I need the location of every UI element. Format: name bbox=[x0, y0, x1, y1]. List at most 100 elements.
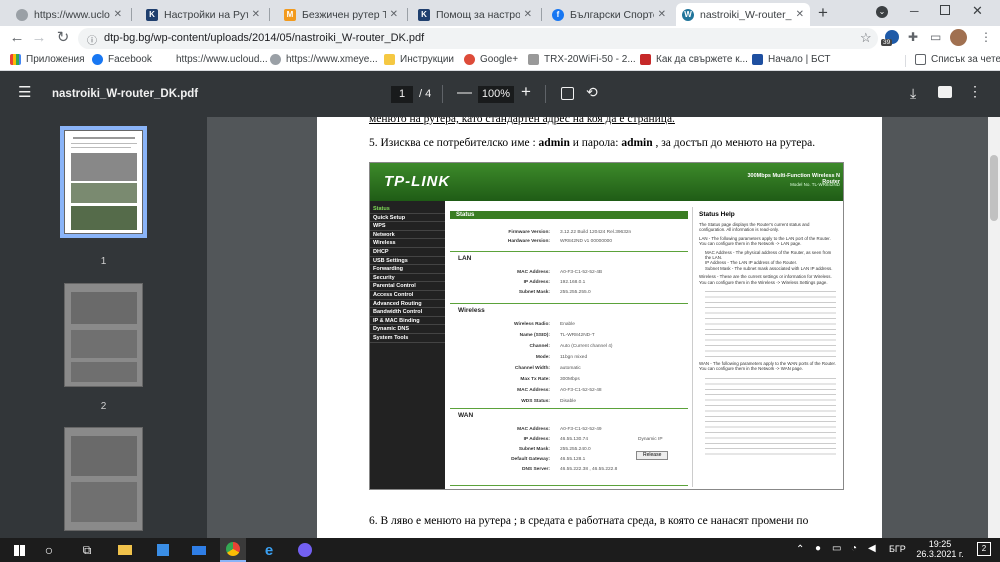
reading-list[interactable]: Списък за чете bbox=[915, 54, 1000, 65]
router-nav-item[interactable]: Quick Setup bbox=[370, 214, 445, 223]
wifi-icon[interactable]: ◔ bbox=[851, 543, 857, 554]
search-icon[interactable]: ○ bbox=[36, 538, 62, 562]
bookmark-star-icon[interactable]: ☆ bbox=[860, 30, 872, 46]
menu-icon[interactable]: ☰ bbox=[18, 85, 31, 100]
browser-tab[interactable]: KПомощ за настройка✕ bbox=[412, 3, 538, 26]
bookmark-item[interactable]: Инструкции bbox=[384, 54, 454, 65]
zoom-input[interactable]: 100% bbox=[478, 86, 514, 103]
close-icon[interactable]: ✕ bbox=[390, 9, 398, 20]
file-explorer-icon[interactable] bbox=[112, 538, 138, 562]
page-thumbnail[interactable] bbox=[64, 283, 143, 387]
close-icon[interactable]: ✕ bbox=[524, 9, 532, 20]
more-options-icon[interactable]: ⋮ bbox=[968, 83, 982, 100]
scrollbar[interactable] bbox=[988, 117, 1000, 538]
browser-tab-active[interactable]: Wnastroiki_W-router_DK✕ bbox=[676, 3, 810, 26]
close-icon[interactable]: ✕ bbox=[796, 9, 804, 20]
router-nav-item[interactable]: Advanced Routing bbox=[370, 300, 445, 309]
menu-dots-icon[interactable]: ⋮ bbox=[980, 30, 992, 44]
mail-icon[interactable] bbox=[186, 538, 212, 562]
tab-strip: https://www.ucloudcar✕ KНастройки на Рут… bbox=[0, 0, 1000, 26]
router-nav-item[interactable]: Dynamic DNS bbox=[370, 325, 445, 334]
avatar[interactable] bbox=[950, 29, 967, 46]
bookmark-item[interactable]: Как да свържете к... bbox=[640, 54, 748, 65]
bookmark-item[interactable]: Google+ bbox=[464, 54, 518, 65]
tab-search-icon[interactable]: ⌄ bbox=[876, 6, 888, 18]
minimize-icon[interactable]: ─ bbox=[910, 4, 919, 18]
close-icon[interactable]: ✕ bbox=[658, 9, 666, 20]
fit-page-icon[interactable] bbox=[561, 87, 574, 100]
volume-icon[interactable]: ◀ bbox=[868, 543, 876, 554]
browser-tab[interactable]: MБезжичен рутер TP-L✕ bbox=[278, 3, 404, 26]
viber-icon[interactable] bbox=[292, 538, 318, 562]
browser-tab[interactable]: fБългарски Спортен Т✕ bbox=[546, 3, 672, 26]
cast-icon[interactable]: ▭ bbox=[930, 30, 941, 44]
info-row: Channel Width: automatic bbox=[514, 366, 581, 371]
info-icon[interactable]: ⓘ bbox=[87, 32, 97, 47]
rotate-icon[interactable]: ⟲ bbox=[586, 84, 598, 101]
scrollbar-thumb[interactable] bbox=[990, 155, 998, 221]
forward-icon[interactable]: → bbox=[30, 29, 48, 47]
back-icon[interactable]: ← bbox=[8, 29, 26, 47]
windows-taskbar: ○ ⧉ e ⌃ ● ▭ ◔ ◀ БГР 19:25 26.3.2021 г. 2 bbox=[0, 538, 1000, 562]
router-nav-item[interactable]: USB Settings bbox=[370, 257, 445, 266]
reading-list-icon bbox=[915, 54, 926, 65]
browser-tab[interactable]: https://www.ucloudcar✕ bbox=[10, 3, 128, 26]
router-nav-item[interactable]: Network bbox=[370, 231, 445, 240]
zoom-out-button[interactable]: — bbox=[457, 84, 472, 101]
close-icon[interactable]: ✕ bbox=[114, 9, 122, 20]
close-icon[interactable]: ✕ bbox=[252, 9, 260, 20]
windows-start-icon[interactable] bbox=[6, 538, 32, 562]
bookmark-item[interactable]: https://www.xmeye... bbox=[270, 54, 378, 65]
router-nav-item[interactable]: Wireless bbox=[370, 239, 445, 248]
bookmark-item[interactable]: TRX-20WiFi-50 - 2... bbox=[528, 54, 636, 65]
edge-icon[interactable]: e bbox=[256, 538, 282, 562]
zoom-in-button[interactable]: + bbox=[521, 82, 531, 102]
chrome-icon[interactable] bbox=[220, 538, 246, 562]
download-icon[interactable]: ⤓ bbox=[910, 85, 916, 102]
print-icon[interactable] bbox=[938, 86, 952, 98]
router-nav-item[interactable]: WPS bbox=[370, 222, 445, 231]
router-nav-item[interactable]: DHCP bbox=[370, 248, 445, 257]
network-icon[interactable]: ▭ bbox=[832, 543, 841, 554]
pdf-viewport[interactable]: менюто на рутера, като стандартен адрес … bbox=[207, 117, 988, 538]
browser-tab[interactable]: KНастройки на Рутер T✕ bbox=[140, 3, 266, 26]
router-header: TP-LINK 300Mbps Multi-Function Wireless … bbox=[370, 163, 843, 201]
info-row: DNS Server: 46.55.222.38 , 46.55.222.8 bbox=[522, 467, 618, 472]
address-bar[interactable]: ⓘ dtp-bg.bg/wp-content/uploads/2014/05/n… bbox=[78, 28, 878, 49]
bookmark-item[interactable]: https://www.ucloud... bbox=[176, 54, 268, 65]
bookmark-item[interactable]: Facebook bbox=[92, 54, 152, 65]
page-thumbnail[interactable] bbox=[64, 427, 143, 531]
router-nav-item[interactable]: Forwarding bbox=[370, 265, 445, 274]
router-nav-item[interactable]: Security bbox=[370, 274, 445, 283]
puzzle-icon[interactable]: ✚ bbox=[908, 30, 918, 44]
status-heading: Status bbox=[450, 211, 688, 219]
new-tab-button[interactable]: + bbox=[818, 3, 828, 23]
page-thumbnail[interactable] bbox=[60, 126, 147, 238]
router-nav-item[interactable]: Status bbox=[370, 205, 445, 214]
router-nav-item[interactable]: Parental Control bbox=[370, 282, 445, 291]
info-row: Max Tx Rate: 300Mbps bbox=[520, 377, 580, 382]
tray-app-icon[interactable]: ● bbox=[815, 543, 821, 554]
info-row: IP Address: 46.55.130.74 Dynamic IP bbox=[523, 437, 663, 442]
task-view-icon[interactable]: ⧉ bbox=[74, 538, 100, 562]
site-favicon-icon: K bbox=[418, 8, 430, 21]
close-window-icon[interactable]: ✕ bbox=[972, 3, 983, 19]
store-icon[interactable] bbox=[150, 538, 176, 562]
bookmark-item[interactable]: Начало | БСТ bbox=[752, 54, 830, 65]
tray-chevron-icon[interactable]: ⌃ bbox=[796, 544, 804, 555]
model-number: Model No. TL-WR842ND bbox=[790, 182, 840, 187]
router-nav-item[interactable]: IP & MAC Binding bbox=[370, 317, 445, 326]
bookmarks-bar: Приложения Facebook https://www.ucloud..… bbox=[0, 51, 1000, 71]
thumbnail-sidebar: 1 2 bbox=[0, 117, 211, 538]
maximize-icon[interactable] bbox=[940, 5, 950, 15]
router-nav-item[interactable]: Access Control bbox=[370, 291, 445, 300]
reload-icon[interactable]: ↻ bbox=[54, 29, 72, 47]
router-nav-item[interactable]: System Tools bbox=[370, 334, 445, 343]
router-nav-item[interactable]: Bandwidth Control bbox=[370, 308, 445, 317]
clock[interactable]: 19:25 26.3.2021 г. bbox=[915, 539, 965, 559]
release-button[interactable]: Release bbox=[636, 451, 669, 460]
notification-icon[interactable]: 2 bbox=[977, 542, 991, 556]
language-indicator[interactable]: БГР bbox=[889, 544, 906, 554]
page-number-input[interactable]: 1 bbox=[391, 86, 413, 103]
bookmark-apps[interactable]: Приложения bbox=[10, 54, 85, 65]
